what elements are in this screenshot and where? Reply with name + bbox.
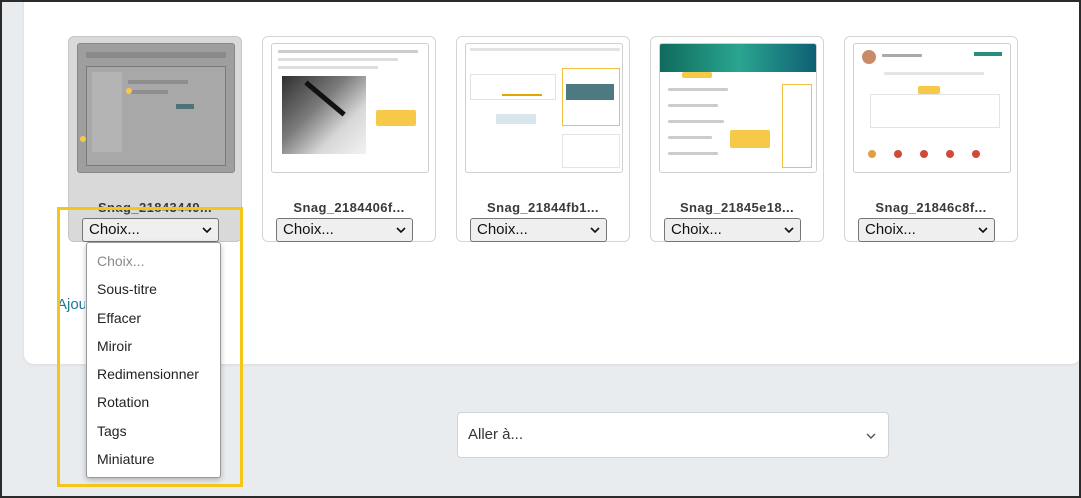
chevron-down-icon bbox=[202, 227, 212, 234]
select-value: Choix... bbox=[865, 221, 916, 238]
dropdown-option-mirror[interactable]: Miroir bbox=[87, 332, 220, 360]
file-item-1[interactable]: Snag_21843449... Choix... bbox=[68, 36, 242, 242]
file-thumbnail-1[interactable] bbox=[77, 43, 235, 173]
chevron-down-icon bbox=[590, 227, 600, 234]
file-name-4: Snag_21845e18... bbox=[679, 200, 795, 215]
add-link[interactable]: Ajou bbox=[57, 296, 85, 313]
file-name-1: Snag_21843449... bbox=[97, 200, 213, 215]
file-name-2: Snag_2184406f... bbox=[293, 200, 405, 215]
chevron-down-icon bbox=[978, 227, 988, 234]
file-action-select-5[interactable]: Choix... bbox=[858, 218, 995, 242]
dropdown-option-thumbnail[interactable]: Miniature bbox=[87, 445, 220, 473]
jump-to-placeholder: Aller à... bbox=[468, 426, 524, 443]
chevron-down-icon bbox=[784, 227, 794, 234]
dropdown-option-subtitle[interactable]: Sous-titre bbox=[87, 275, 220, 303]
select-value: Choix... bbox=[283, 221, 334, 238]
jump-to-select[interactable]: Aller à... bbox=[457, 412, 889, 458]
dropdown-option-tags[interactable]: Tags bbox=[87, 417, 220, 445]
select-value: Choix... bbox=[671, 221, 722, 238]
file-action-dropdown[interactable]: Choix... Sous-titre Effacer Miroir Redim… bbox=[86, 242, 221, 478]
file-name-5: Snag_21846c8f... bbox=[875, 200, 987, 215]
file-item-3[interactable]: Snag_21844fb1... Choix... bbox=[456, 36, 630, 242]
file-action-select-4[interactable]: Choix... bbox=[664, 218, 801, 242]
chevron-down-icon bbox=[866, 433, 876, 439]
file-thumbnail-3[interactable] bbox=[465, 43, 623, 173]
chevron-down-icon bbox=[396, 227, 406, 234]
file-name-3: Snag_21844fb1... bbox=[487, 200, 599, 215]
file-action-select-3[interactable]: Choix... bbox=[470, 218, 607, 242]
dropdown-option-resize[interactable]: Redimensionner bbox=[87, 360, 220, 388]
file-thumbnail-2[interactable] bbox=[271, 43, 429, 173]
file-thumbnail-5[interactable] bbox=[853, 43, 1011, 173]
file-action-select-2[interactable]: Choix... bbox=[276, 218, 413, 242]
file-item-5[interactable]: Snag_21846c8f... Choix... bbox=[844, 36, 1018, 242]
dropdown-option-delete[interactable]: Effacer bbox=[87, 304, 220, 332]
file-item-2[interactable]: Snag_2184406f... Choix... bbox=[262, 36, 436, 242]
dropdown-option-placeholder: Choix... bbox=[97, 253, 145, 269]
file-action-select-1[interactable]: Choix... bbox=[82, 218, 219, 242]
file-item-4[interactable]: Snag_21845e18... Choix... bbox=[650, 36, 824, 242]
dropdown-option-rotate[interactable]: Rotation bbox=[87, 388, 220, 416]
select-value: Choix... bbox=[89, 221, 140, 238]
select-value: Choix... bbox=[477, 221, 528, 238]
file-thumbnail-4[interactable] bbox=[659, 43, 817, 173]
